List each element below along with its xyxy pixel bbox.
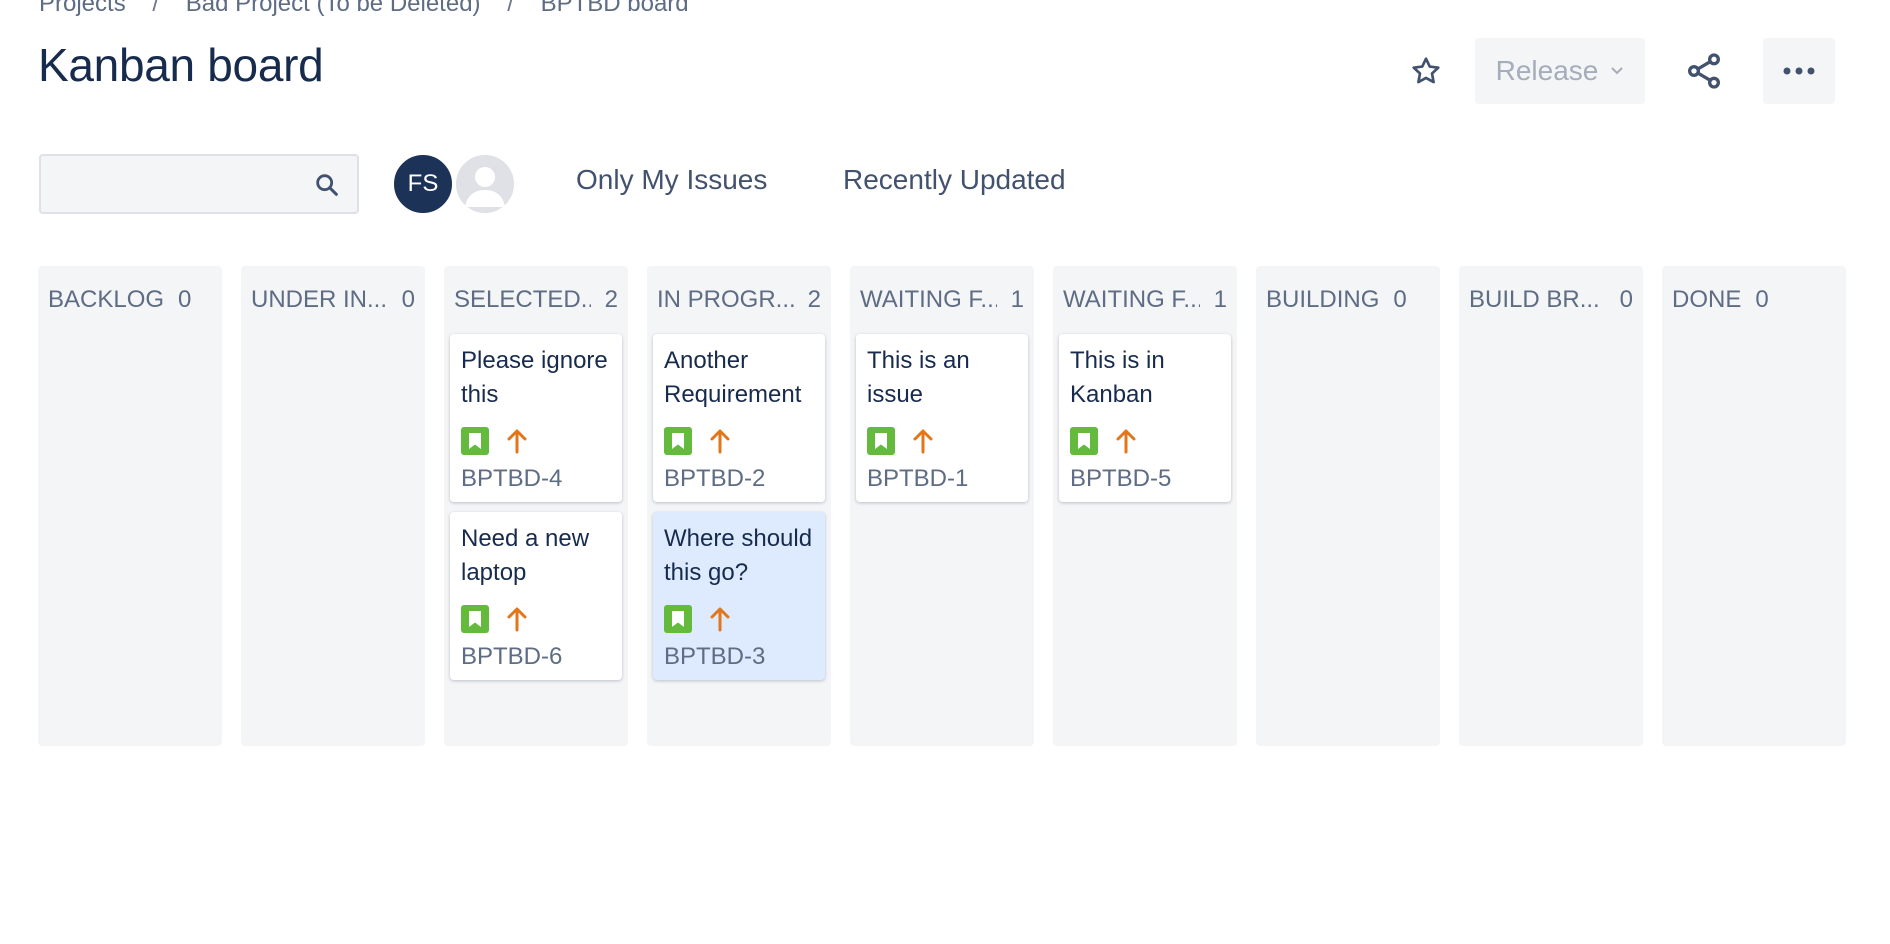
column-name: IN PROGR... [657, 286, 794, 313]
card-icons [664, 426, 815, 456]
column-header: IN PROGR... 2 [657, 284, 821, 316]
priority-high-icon [503, 427, 531, 455]
avatar-unassigned[interactable] [453, 152, 517, 216]
column-header: BUILD BR... 0 [1469, 284, 1633, 316]
column-header: SELECTED... 2 [454, 284, 618, 316]
card-summary: Please ignore this [461, 347, 608, 408]
board-column[interactable]: SELECTED... 2 Please ignore this BPTBD-4 Nee… [444, 266, 628, 746]
column-count: 0 [178, 286, 192, 313]
priority-high-icon [1112, 427, 1140, 455]
breadcrumb-separator: / [507, 0, 514, 17]
column-header: WAITING F... 1 [860, 284, 1024, 316]
column-name: UNDER IN... [251, 286, 388, 313]
card-summary: Need a new laptop [461, 525, 590, 586]
board-column[interactable]: WAITING F... 1 This is an issue BPTBD-1 [850, 266, 1034, 746]
quick-filter-only-my-issues[interactable]: Only My Issues [576, 164, 767, 196]
column-header: BUILDING 0 [1266, 284, 1430, 316]
card-icons [461, 426, 612, 456]
issue-card[interactable]: Where should this go? BPTBD-3 [653, 512, 825, 680]
story-icon [867, 427, 895, 455]
story-icon [461, 605, 489, 633]
card-summary: This is an issue [867, 347, 970, 408]
breadcrumb-projects[interactable]: Projects [39, 0, 126, 17]
breadcrumb-separator: / [152, 0, 160, 17]
column-name: WAITING F... [1063, 286, 1200, 313]
star-icon [1412, 57, 1440, 84]
card-icons [461, 604, 612, 634]
story-icon [1070, 427, 1098, 455]
board-column[interactable]: IN PROGR... 2 Another Requirement BPTBD-2 Wh… [647, 266, 831, 746]
card-key[interactable]: BPTBD-6 [461, 642, 612, 672]
share-icon [1688, 53, 1720, 89]
more-button[interactable] [1763, 38, 1835, 104]
board-column[interactable]: DONE 0 [1662, 266, 1846, 746]
release-label: Release [1495, 55, 1599, 86]
column-count: 0 [1755, 286, 1769, 313]
priority-high-icon [503, 605, 531, 633]
quick-filter-recently-updated[interactable]: Recently Updated [843, 164, 1066, 196]
column-header: BACKLOG 0 [48, 284, 212, 316]
board-column[interactable]: BUILD BR... 0 [1459, 266, 1643, 746]
story-icon [664, 427, 692, 455]
card-key[interactable]: BPTBD-4 [461, 464, 612, 494]
card-icons [867, 426, 1018, 456]
column-name: SELECTED... [454, 286, 591, 313]
avatar-initials: FS [407, 170, 439, 197]
share-button[interactable] [1674, 38, 1734, 104]
story-icon [461, 427, 489, 455]
column-name: BACKLOG [48, 286, 165, 313]
board-column[interactable]: BACKLOG 0 [38, 266, 222, 746]
column-name: DONE [1672, 286, 1742, 313]
card-icons [664, 604, 815, 634]
issue-card[interactable]: This is an issue BPTBD-1 [856, 334, 1028, 502]
column-count: 2 [604, 286, 618, 313]
column-header: WAITING F... 1 [1063, 284, 1227, 316]
column-count: 2 [807, 286, 821, 313]
issue-card[interactable]: Please ignore this BPTBD-4 [450, 334, 622, 502]
column-count: 0 [1619, 286, 1633, 313]
column-count: 1 [1010, 286, 1024, 313]
issue-card[interactable]: This is in Kanban BPTBD-5 [1059, 334, 1231, 502]
priority-high-icon [706, 605, 734, 633]
star-button[interactable] [1398, 38, 1454, 104]
card-key[interactable]: BPTBD-5 [1070, 464, 1221, 494]
search-icon[interactable] [313, 171, 341, 199]
board-column[interactable]: UNDER IN... 0 [241, 266, 425, 746]
story-icon [664, 605, 692, 633]
board-column[interactable]: WAITING F... 1 This is in Kanban BPTBD-5 [1053, 266, 1237, 746]
page-title: Kanban board [38, 39, 324, 91]
card-icons [1070, 426, 1221, 456]
priority-high-icon [706, 427, 734, 455]
card-key[interactable]: BPTBD-1 [867, 464, 1018, 494]
column-header: DONE 0 [1672, 284, 1836, 316]
breadcrumb: Projects / Bad Project (To be Deleted) /… [39, 0, 689, 18]
column-header: UNDER IN... 0 [251, 284, 415, 316]
issue-card[interactable]: Another Requirement BPTBD-2 [653, 334, 825, 502]
board-column[interactable]: BUILDING 0 [1256, 266, 1440, 746]
card-summary: This is in Kanban [1070, 347, 1165, 408]
breadcrumb-project[interactable]: Bad Project (To be Deleted) [186, 0, 481, 17]
card-summary: Another Requirement [664, 347, 802, 408]
column-count: 0 [401, 286, 415, 313]
column-name: BUILDING [1266, 286, 1380, 313]
search-box [39, 154, 359, 214]
card-summary: Where should this go? [664, 525, 813, 586]
card-key[interactable]: BPTBD-2 [664, 464, 815, 494]
column-count: 1 [1213, 286, 1227, 313]
avatar[interactable]: FS [391, 152, 455, 216]
search-input[interactable] [51, 164, 311, 204]
column-name: BUILD BR... [1469, 286, 1600, 313]
release-button[interactable]: Release [1475, 38, 1645, 104]
column-name: WAITING F... [860, 286, 997, 313]
issue-card[interactable]: Need a new laptop BPTBD-6 [450, 512, 622, 680]
column-count: 0 [1393, 286, 1407, 313]
card-key[interactable]: BPTBD-3 [664, 642, 815, 672]
priority-high-icon [909, 427, 937, 455]
chevron-down-icon [1611, 67, 1624, 75]
breadcrumb-board[interactable]: BPTBD board [541, 0, 689, 17]
more-icon [1783, 67, 1815, 75]
person-icon [465, 167, 505, 207]
